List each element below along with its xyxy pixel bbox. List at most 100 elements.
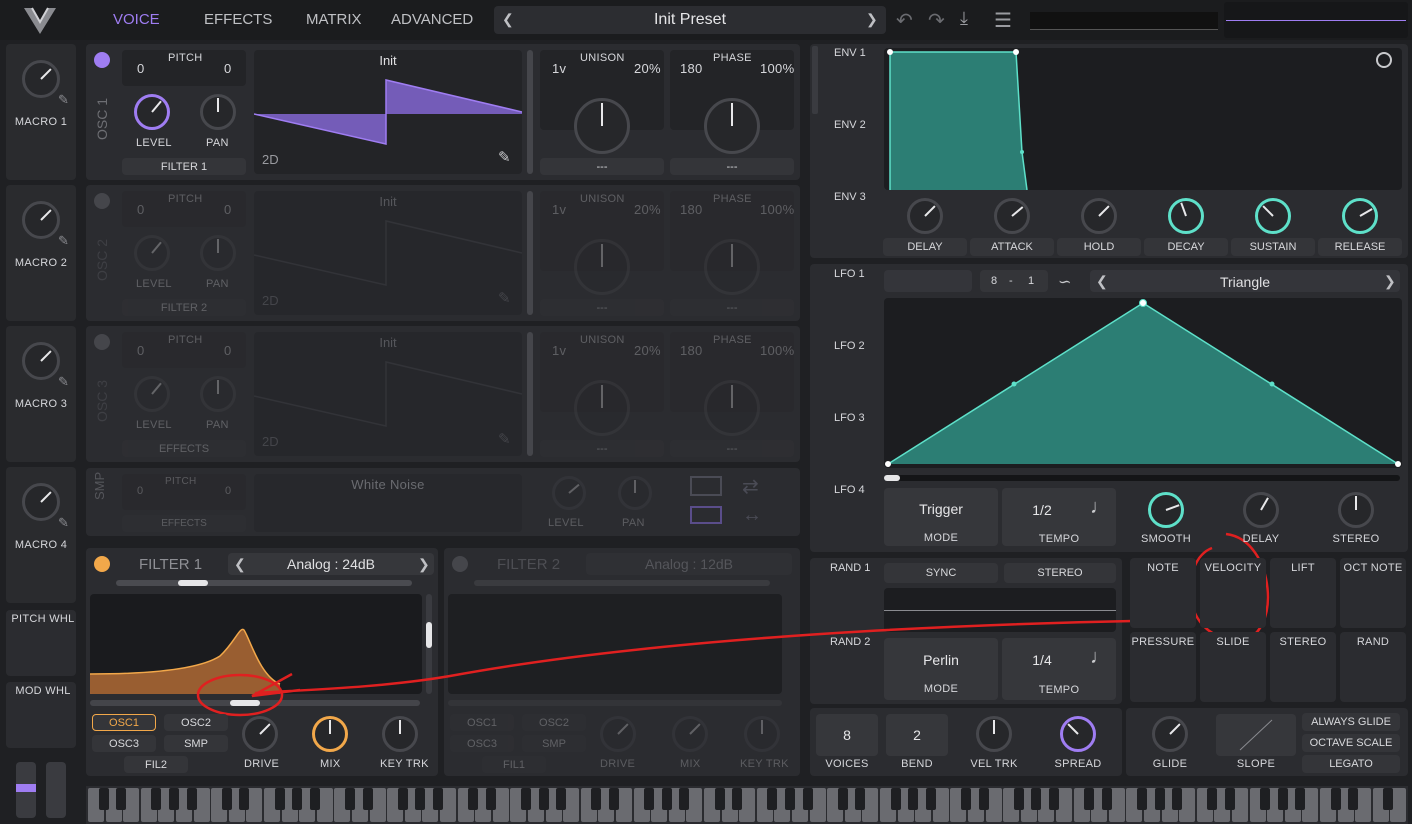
unison-knob[interactable]	[574, 98, 630, 154]
tab-effects[interactable]: EFFECTS	[204, 11, 272, 28]
piano-black-key[interactable]	[1348, 788, 1359, 810]
osc-destination-selector[interactable]: EFFECTS	[122, 440, 246, 457]
filter-source-button[interactable]: SMP	[164, 735, 228, 752]
envelope-graph[interactable]	[884, 48, 1402, 191]
piano-black-key[interactable]	[151, 788, 162, 810]
piano-black-key[interactable]	[1207, 788, 1218, 810]
piano-black-key[interactable]	[1101, 788, 1112, 810]
piano-black-key[interactable]	[186, 788, 197, 810]
osc-pan-knob[interactable]	[200, 376, 236, 412]
lfo-smooth-curve-icon[interactable]: ∽	[1058, 272, 1071, 292]
osc-pan-knob[interactable]	[200, 94, 236, 130]
env-knob[interactable]	[1168, 198, 1204, 234]
redo-icon[interactable]: ↷	[928, 8, 945, 33]
glide-option-button[interactable]: ALWAYS GLIDE	[1302, 713, 1400, 731]
macro-knob[interactable]	[22, 60, 60, 98]
rand-tab[interactable]: RAND 1	[830, 562, 870, 574]
filter1-keytrk-knob[interactable]	[382, 716, 418, 752]
filter1-cutoff-slider[interactable]	[90, 700, 420, 706]
piano-black-key[interactable]	[1154, 788, 1165, 810]
wavetable-display[interactable]	[253, 50, 523, 174]
tab-matrix[interactable]: MATRIX	[306, 11, 362, 28]
piano-black-key[interactable]	[485, 788, 496, 810]
smp-dest[interactable]: EFFECTS	[122, 515, 246, 532]
piano-black-key[interactable]	[116, 788, 127, 810]
unison-stack-selector[interactable]: ---	[540, 440, 664, 457]
lfo-knob[interactable]	[1243, 492, 1279, 528]
piano-black-key[interactable]	[855, 788, 866, 810]
spectral-morph-selector[interactable]: ---	[670, 158, 794, 175]
wavetable-display[interactable]	[253, 332, 523, 456]
mod-wheel[interactable]	[46, 762, 66, 818]
lfo-knob[interactable]	[1338, 492, 1374, 528]
piano-black-key[interactable]	[1225, 788, 1235, 810]
edit-wavetable-icon[interactable]: ✎	[498, 289, 511, 307]
piano-black-key[interactable]	[837, 788, 848, 810]
smp-pan-knob[interactable]	[618, 476, 652, 510]
lfo-graph[interactable]	[884, 298, 1402, 468]
piano-black-key[interactable]	[362, 788, 373, 810]
piano-black-key[interactable]	[292, 788, 303, 810]
env-tab[interactable]: ENV 3	[834, 191, 866, 203]
rand-stereo-button[interactable]: STEREO	[1004, 563, 1116, 583]
menu-icon[interactable]: ☰	[994, 8, 1012, 33]
spread-knob[interactable]	[1060, 716, 1096, 752]
osc-level-knob[interactable]	[134, 94, 170, 130]
filter-source-button[interactable]: OSC3	[450, 735, 514, 752]
env-knob[interactable]	[1081, 198, 1117, 234]
filter-source-button[interactable]: OSC2	[164, 714, 228, 731]
lfo-tab[interactable]: LFO 1	[834, 268, 865, 280]
piano-black-key[interactable]	[591, 788, 602, 810]
piano-black-key[interactable]	[309, 788, 320, 810]
lfo-tab[interactable]: LFO 3	[834, 412, 865, 424]
spectral-morph-selector[interactable]: ---	[670, 440, 794, 457]
piano-black-key[interactable]	[1084, 788, 1095, 810]
tab-advanced[interactable]: ADVANCED	[391, 11, 473, 28]
filter2-response-graph[interactable]	[448, 594, 782, 694]
piano-black-key[interactable]	[98, 788, 109, 810]
filter2-drive-knob[interactable]	[600, 716, 636, 752]
phase-knob[interactable]	[704, 239, 760, 295]
osc-enable-toggle[interactable]	[94, 52, 110, 68]
phase-knob[interactable]	[704, 380, 760, 436]
piano-black-key[interactable]	[732, 788, 743, 810]
edit-pencil-icon[interactable]: ✎	[58, 515, 69, 531]
piano-black-key[interactable]	[521, 788, 531, 810]
osc-wave-frame-slider[interactable]	[527, 191, 533, 315]
smp-level-knob[interactable]	[552, 476, 586, 510]
search-icon[interactable]	[1376, 52, 1392, 68]
filter-source-button[interactable]: FIL1	[482, 756, 546, 773]
edit-wavetable-icon[interactable]: ✎	[498, 430, 511, 448]
piano-black-key[interactable]	[679, 788, 690, 810]
bounce-icon[interactable]: ↔	[742, 504, 762, 527]
piano-black-key[interactable]	[221, 788, 232, 810]
lfo-shape-next-icon[interactable]: ❯	[1384, 273, 1396, 290]
piano-black-key[interactable]	[908, 788, 919, 810]
tab-voice[interactable]: VOICE	[113, 11, 160, 28]
lfo-tab[interactable]: LFO 2	[834, 340, 865, 352]
osc-destination-selector[interactable]: FILTER 2	[122, 299, 246, 316]
piano-black-key[interactable]	[925, 788, 936, 810]
wavetable-display[interactable]	[253, 191, 523, 315]
rand-note-icon[interactable]: ♩	[1090, 646, 1110, 669]
osc-level-knob[interactable]	[134, 235, 170, 271]
rand-tab[interactable]: RAND 2	[830, 636, 870, 648]
env-tab[interactable]: ENV 2	[834, 119, 866, 131]
filter1-response-graph[interactable]	[89, 594, 422, 694]
vel-trk-knob[interactable]	[976, 716, 1012, 752]
pitch-wheel[interactable]	[16, 762, 36, 818]
filter1-blend-slider[interactable]	[116, 580, 412, 586]
unison-stack-selector[interactable]: ---	[540, 299, 664, 316]
filter1-next-icon[interactable]: ❯	[418, 556, 430, 573]
vital-logo-icon[interactable]	[20, 4, 60, 38]
filter1-enable-toggle[interactable]	[94, 556, 110, 572]
osc-pan-knob[interactable]	[200, 235, 236, 271]
piano-black-key[interactable]	[1260, 788, 1271, 810]
piano-black-key[interactable]	[1277, 788, 1288, 810]
edit-pencil-icon[interactable]: ✎	[58, 233, 69, 249]
piano-black-key[interactable]	[415, 788, 426, 810]
env-knob[interactable]	[1342, 198, 1378, 234]
piano-black-key[interactable]	[274, 788, 285, 810]
piano-black-key[interactable]	[1049, 788, 1059, 810]
piano-black-key[interactable]	[538, 788, 549, 810]
